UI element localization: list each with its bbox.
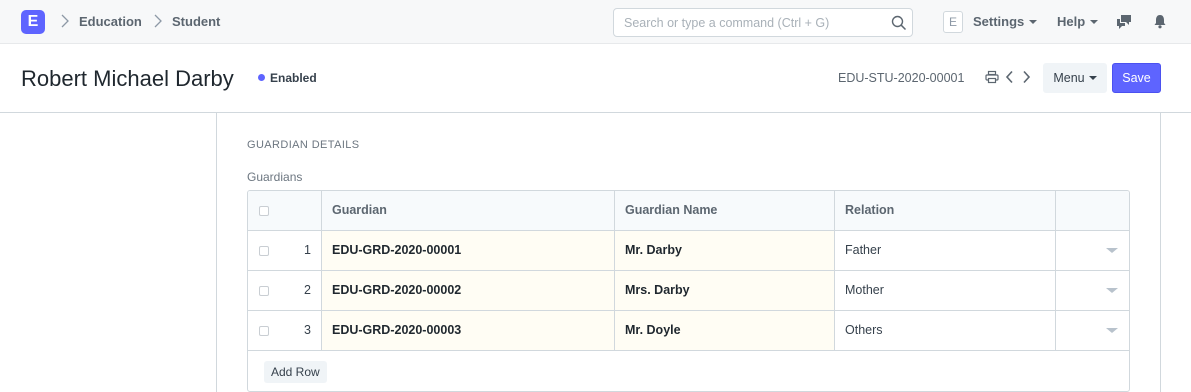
help-dropdown[interactable]: Help <box>1057 14 1099 30</box>
row-index: 1 <box>304 243 311 257</box>
column-header-relation: Relation <box>835 191 1056 230</box>
guardians-field-label: Guardians <box>247 170 303 184</box>
guardian-name-cell[interactable]: Mr. Darby <box>615 231 835 270</box>
previous-doc-icon[interactable] <box>1005 70 1019 84</box>
row-select-cell: 3 <box>248 311 322 350</box>
navbar: E Education Student E Settings Help <box>0 0 1191 44</box>
row-select-cell: 1 <box>248 231 322 270</box>
menu-button[interactable]: Menu <box>1043 63 1107 93</box>
next-doc-icon[interactable] <box>1021 70 1035 84</box>
print-icon[interactable] <box>985 70 999 84</box>
user-avatar[interactable]: E <box>943 11 963 33</box>
row-dropdown-icon[interactable] <box>1106 248 1118 253</box>
document-name: EDU-STU-2020-00001 <box>838 71 965 85</box>
status-dot <box>258 74 265 81</box>
row-actions-cell[interactable] <box>1056 311 1129 350</box>
search-input[interactable] <box>614 9 884 36</box>
guardian-cell[interactable]: EDU-GRD-2020-00003 <box>322 311 615 350</box>
row-dropdown-icon[interactable] <box>1106 328 1118 333</box>
chevron-right-icon <box>154 14 162 28</box>
table-footer: Add Row <box>248 351 1129 391</box>
status-label: Enabled <box>270 71 317 85</box>
guardian-name-cell[interactable]: Mr. Doyle <box>615 311 835 350</box>
table-row[interactable]: 1 EDU-GRD-2020-00001 Mr. Darby Father <box>248 231 1129 271</box>
settings-dropdown[interactable]: Settings <box>973 14 1038 30</box>
page-title: Robert Michael Darby <box>21 66 234 91</box>
page-head: Robert Michael Darby Enabled EDU-STU-202… <box>0 44 1191 113</box>
relation-cell[interactable]: Father <box>835 231 1056 270</box>
row-dropdown-icon[interactable] <box>1106 288 1118 293</box>
header-select-cell <box>248 191 322 230</box>
settings-label: Settings <box>973 14 1025 29</box>
caret-down-icon <box>1029 19 1038 24</box>
row-actions-cell[interactable] <box>1056 271 1129 310</box>
table-row[interactable]: 2 EDU-GRD-2020-00002 Mrs. Darby Mother <box>248 271 1129 311</box>
chat-icon[interactable] <box>1116 13 1133 30</box>
search-icon[interactable] <box>891 15 907 31</box>
select-all-checkbox[interactable] <box>259 206 269 216</box>
help-label: Help <box>1057 14 1086 29</box>
row-select-cell: 2 <box>248 271 322 310</box>
breadcrumb-student[interactable]: Student <box>172 14 220 30</box>
save-button[interactable]: Save <box>1112 63 1161 93</box>
add-row-button[interactable]: Add Row <box>264 361 327 383</box>
row-index: 3 <box>304 323 311 337</box>
row-actions-cell[interactable] <box>1056 231 1129 270</box>
search-bar <box>613 8 913 37</box>
table-header-row: Guardian Guardian Name Relation <box>248 191 1129 231</box>
breadcrumb-education[interactable]: Education <box>79 14 142 30</box>
guardian-name-cell[interactable]: Mrs. Darby <box>615 271 835 310</box>
column-header-guardian: Guardian <box>322 191 615 230</box>
bell-icon[interactable] <box>1152 13 1169 30</box>
guardian-cell[interactable]: EDU-GRD-2020-00002 <box>322 271 615 310</box>
guardians-table: Guardian Guardian Name Relation 1 EDU-GR… <box>247 190 1130 392</box>
caret-down-icon <box>1088 75 1097 80</box>
table-row[interactable]: 3 EDU-GRD-2020-00003 Mr. Doyle Others <box>248 311 1129 351</box>
relation-cell[interactable]: Others <box>835 311 1056 350</box>
row-index: 2 <box>304 283 311 297</box>
column-header-guardian-name: Guardian Name <box>615 191 835 230</box>
relation-cell[interactable]: Mother <box>835 271 1056 310</box>
status-indicator: Enabled <box>258 71 317 85</box>
column-header-actions <box>1056 191 1129 230</box>
chevron-right-icon <box>61 14 69 28</box>
guardian-cell[interactable]: EDU-GRD-2020-00001 <box>322 231 615 270</box>
menu-button-label: Menu <box>1053 71 1085 85</box>
caret-down-icon <box>1090 19 1099 24</box>
section-title: GUARDIAN DETAILS <box>247 139 360 151</box>
app-logo[interactable]: E <box>21 10 45 34</box>
